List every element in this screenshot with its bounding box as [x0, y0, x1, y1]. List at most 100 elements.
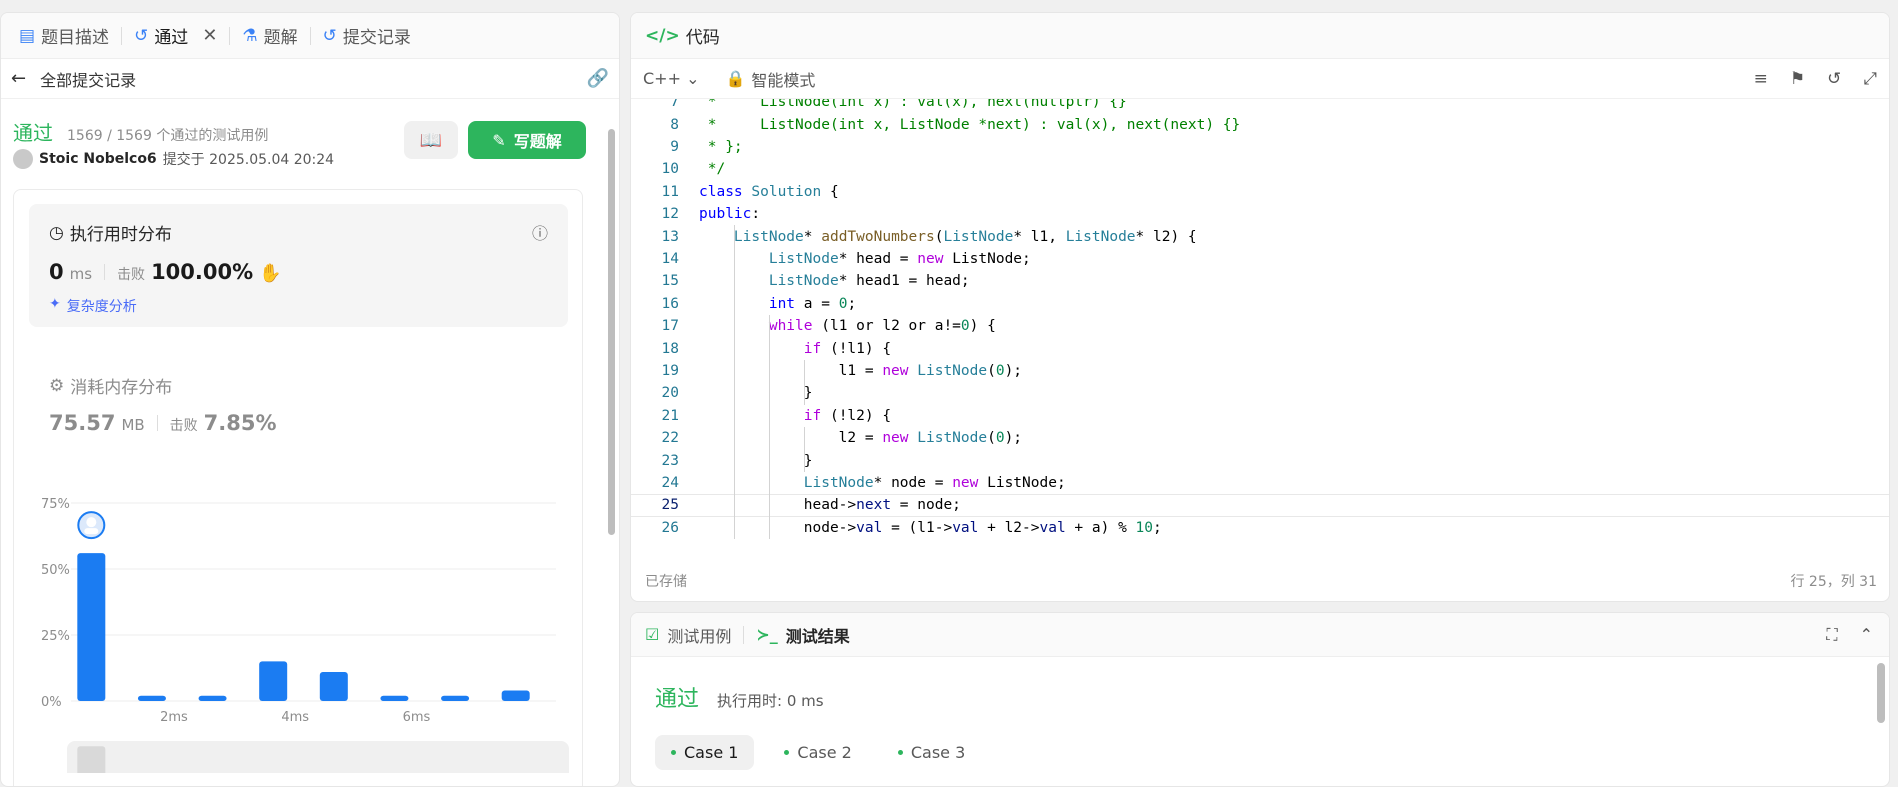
code-line[interactable]: 7 * ListNode(int x) : val(x), next(nullp… — [631, 99, 1889, 113]
code-line[interactable]: 17 while (l1 or l2 or a!=0) { — [631, 315, 1889, 337]
indent-guide — [733, 225, 735, 539]
code-header: </> 代码 — [631, 13, 1889, 59]
result-runtime: 执行用时: 0 ms — [717, 692, 824, 710]
pass-dot — [784, 750, 790, 755]
code-line[interactable]: 12 public: — [631, 203, 1889, 225]
code-footer: 已存储 行 25，列 31 — [631, 559, 1889, 601]
line-number: 16 — [661, 295, 679, 312]
code-text: ListNode* node = new ListNode; — [803, 474, 1066, 491]
lock-icon: 🔒 — [725, 69, 746, 88]
line-number: 18 — [661, 340, 679, 357]
cursor-position: 行 25，列 31 — [1790, 574, 1877, 590]
tab-submissions[interactable]: ↺ 提交记录 — [315, 23, 419, 49]
username[interactable]: Stoic Nobelco6 — [39, 151, 157, 167]
write-solution-button[interactable]: ✎ 写题解 — [468, 121, 586, 159]
indent-guide — [803, 427, 805, 472]
tab-test-result[interactable]: 测试结果 — [786, 623, 850, 647]
chevron-down-icon: ⌄ — [686, 69, 700, 88]
code-text: int a = 0; — [768, 295, 857, 312]
language-select[interactable]: C++ ⌄ — [643, 69, 699, 88]
arrow-left-icon[interactable]: ← — [11, 68, 26, 89]
chevron-up-icon[interactable]: ⌃ — [1860, 625, 1873, 645]
code-line[interactable]: 24 ListNode* node = new ListNode; — [631, 472, 1889, 494]
beat-label: 击败 — [117, 267, 146, 283]
results-actions: ⛶ ⌃ — [1826, 625, 1889, 645]
line-number: 17 — [661, 318, 679, 335]
code-icon: </> — [645, 25, 680, 46]
line-number: 10 — [661, 161, 679, 178]
memory-unit: MB — [121, 416, 145, 434]
bookmark-icon[interactable]: ⚑ — [1790, 69, 1805, 89]
code-line[interactable]: 8 * ListNode(int x, ListNode *next) : va… — [631, 113, 1889, 135]
reset-icon[interactable]: ↺ — [1827, 69, 1841, 89]
code-line[interactable]: 11 class Solution { — [631, 181, 1889, 203]
left-panel: ▤ 题目描述 ↺ 通过 ✕ ⚗ 题解 ↺ 提交记录 ← 全部提交记录 🔗 通过 … — [0, 12, 620, 787]
code-line[interactable]: 25 head->next = node; — [631, 494, 1889, 517]
close-icon[interactable]: ✕ — [202, 25, 217, 46]
code-line[interactable]: 19 l1 = new ListNode(0); — [631, 360, 1889, 382]
result-status-row: 通过 执行用时: 0 ms — [655, 681, 824, 713]
line-number: 11 — [661, 183, 679, 200]
results-panel: ☑ 测试用例 ≻_ 测试结果 ⛶ ⌃ 通过 执行用时: 0 ms Case 1 … — [630, 612, 1890, 787]
code-text: * ListNode(int x) : val(x), next(nullptr… — [699, 99, 1127, 111]
book-button[interactable]: 📖 — [404, 121, 458, 159]
code-editor[interactable]: 7 * ListNode(int x) : val(x), next(nullp… — [631, 99, 1889, 559]
line-number: 25 — [661, 497, 679, 514]
code-text: head->next = node; — [699, 497, 961, 514]
line-number: 24 — [661, 474, 679, 491]
code-text: */ — [699, 161, 726, 178]
chart-bar — [501, 690, 530, 701]
scrollbar[interactable] — [1877, 663, 1885, 723]
complexity-analysis-link[interactable]: ✦ 复杂度分析 — [49, 296, 137, 316]
code-line[interactable]: 14 ListNode* head = new ListNode; — [631, 248, 1889, 270]
tab-solutions[interactable]: ⚗ 题解 — [234, 23, 305, 49]
user-row: Stoic Nobelco6 提交于 2025.05.04 20:24 — [13, 149, 334, 169]
format-icon[interactable]: ≡ — [1754, 69, 1768, 89]
runtime-unit: ms — [69, 265, 93, 283]
code-line[interactable]: 16 int a = 0; — [631, 293, 1889, 315]
expand-icon[interactable]: ⤢ — [1863, 69, 1877, 89]
runtime-card[interactable]: ◷ 执行用时分布 ⓘ 0 ms 击败 100.00% ✋ ✦ 复杂度分析 — [29, 204, 568, 327]
code-line[interactable]: 21 if (!l2) { — [631, 405, 1889, 427]
indent-guide — [768, 315, 770, 539]
line-number: 22 — [661, 430, 679, 447]
code-line[interactable]: 15 ListNode* head1 = head; — [631, 270, 1889, 292]
code-text: } — [699, 385, 813, 402]
scrollbar[interactable] — [608, 129, 615, 535]
case-tab-3[interactable]: Case 3 — [882, 735, 981, 770]
code-line[interactable]: 10 */ — [631, 158, 1889, 180]
case-tab-1[interactable]: Case 1 — [655, 735, 755, 770]
line-number: 8 — [670, 116, 679, 133]
info-icon[interactable]: ⓘ — [532, 220, 548, 244]
case-tab-2[interactable]: Case 2 — [768, 735, 867, 770]
overview-bar — [77, 746, 106, 773]
chart-bar — [259, 661, 288, 701]
code-line[interactable]: 20 } — [631, 382, 1889, 404]
code-line[interactable]: 9 * }; — [631, 136, 1889, 158]
tab-testcases[interactable]: 测试用例 — [667, 623, 731, 647]
line-number: 21 — [661, 407, 679, 424]
all-submissions-link[interactable]: 全部提交记录 — [40, 67, 136, 91]
avatar[interactable] — [13, 149, 33, 169]
line-number: 19 — [661, 362, 679, 379]
code-toolbar: C++ ⌄ 🔒 智能模式 ≡ ⚑ ↺ ⤢ — [631, 59, 1889, 99]
clock-icon: ◷ — [49, 222, 64, 243]
code-line[interactable]: 26 node->val = (l1->val + l2->val + a) %… — [631, 517, 1889, 539]
fullscreen-icon[interactable]: ⛶ — [1826, 625, 1837, 645]
line-number: 23 — [661, 452, 679, 469]
runtime-distribution-chart[interactable]: 75% 50% 25% 0% 2ms 4ms 6ms 2ms 4ms 6ms — [1, 483, 620, 773]
runtime-title: ◷ 执行用时分布 — [49, 222, 172, 246]
link-icon[interactable]: 🔗 — [587, 68, 609, 89]
memory-value: 75.57 — [49, 411, 116, 435]
code-text: if (!l2) { — [803, 407, 892, 424]
memory-title[interactable]: ⚙ 消耗内存分布 — [49, 373, 172, 399]
code-line[interactable]: 23 } — [631, 449, 1889, 471]
smart-mode[interactable]: 智能模式 — [751, 67, 815, 91]
code-line[interactable]: 13 ListNode* addTwoNumbers(ListNode* l1,… — [631, 225, 1889, 247]
code-line[interactable]: 22 l2 = new ListNode(0); — [631, 427, 1889, 449]
code-line[interactable]: 18 if (!l1) { — [631, 337, 1889, 359]
chart-bar — [77, 553, 106, 701]
tab-accepted[interactable]: ↺ 通过 ✕ — [126, 23, 225, 48]
tab-description[interactable]: ▤ 题目描述 — [11, 23, 117, 49]
code-text: ListNode* head1 = head; — [768, 273, 970, 290]
